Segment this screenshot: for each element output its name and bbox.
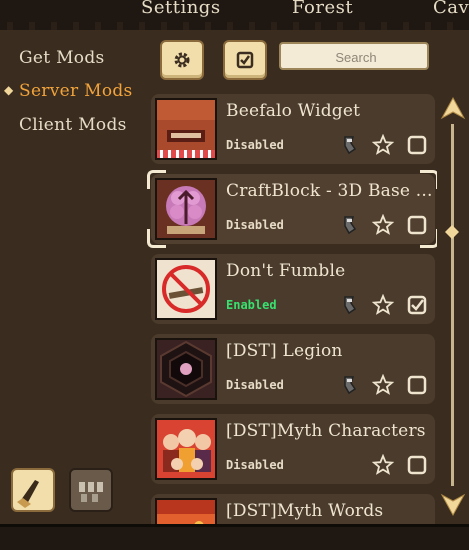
mod-title: [DST]Myth Characters [226, 421, 426, 441]
select-all-button[interactable] [223, 40, 267, 80]
mod-status: Disabled [226, 218, 284, 232]
mod-title: [DST] Legion [226, 341, 343, 361]
nav-get-mods[interactable]: Get Mods [19, 48, 105, 68]
star-icon[interactable] [372, 454, 394, 476]
mod-thumbnail [155, 418, 217, 480]
toggle-icon[interactable] [406, 214, 428, 236]
nav-server-mods[interactable]: ◆ Server Mods [4, 81, 133, 101]
gear-icon [174, 52, 190, 68]
search-input[interactable] [281, 44, 431, 70]
toggle-icon[interactable] [406, 134, 428, 156]
tab-settings[interactable]: Settings [141, 0, 221, 18]
mod-status: Enabled [226, 298, 277, 312]
checkbox-icon [236, 51, 254, 69]
nav-client-mods[interactable]: Client Mods [19, 115, 127, 135]
torn-edge-divider [0, 22, 469, 30]
mod-thumbnail [155, 258, 217, 320]
mod-item[interactable]: [DST]Myth Words [151, 494, 435, 528]
mod-status: Disabled [226, 458, 284, 472]
wrench-icon[interactable] [339, 374, 361, 396]
mod-status: Disabled [226, 378, 284, 392]
wrench-icon[interactable] [339, 214, 361, 236]
mod-list: Beefalo Widget Disabled CraftBlock - 3D … [147, 88, 437, 528]
bottom-bar [0, 524, 469, 550]
cleanup-mods-button[interactable] [11, 468, 55, 512]
mods-screen: Settings Forest Cav Get Mods ◆ Server Mo… [0, 0, 469, 550]
scroll-thumb[interactable] [445, 225, 459, 239]
scroll-track[interactable] [451, 124, 454, 486]
wrench-icon[interactable] [339, 294, 361, 316]
mod-item[interactable]: [DST]Myth Characters Disabled [151, 414, 435, 484]
update-all-button[interactable] [69, 468, 113, 512]
mod-title: CraftBlock - 3D Base ... [226, 181, 433, 201]
mod-thumbnail [155, 338, 217, 400]
active-bullet-icon: ◆ [4, 83, 14, 97]
search-field[interactable] [279, 42, 431, 70]
toggle-checked-icon[interactable] [406, 294, 428, 316]
star-icon[interactable] [372, 374, 394, 396]
star-icon[interactable] [372, 134, 394, 156]
wrench-icon[interactable] [339, 134, 361, 156]
mod-item[interactable]: [DST] Legion Disabled [151, 334, 435, 404]
mod-item-selected[interactable]: CraftBlock - 3D Base ... Disabled [147, 170, 437, 248]
mod-thumbnail [155, 178, 217, 240]
toggle-icon[interactable] [406, 454, 428, 476]
tab-caves[interactable]: Cav [433, 0, 469, 18]
tab-forest[interactable]: Forest [292, 0, 353, 18]
mod-title: Don't Fumble [226, 261, 346, 281]
mod-config-button[interactable] [160, 40, 204, 80]
star-icon[interactable] [372, 214, 394, 236]
mod-thumbnail [155, 98, 217, 160]
mod-item[interactable]: Don't Fumble Enabled [151, 254, 435, 324]
mod-status: Disabled [226, 138, 284, 152]
mod-title: [DST]Myth Words [226, 501, 384, 521]
cleanup-icon [79, 482, 103, 502]
scroll-down-arrow-icon[interactable] [440, 491, 466, 517]
mod-item[interactable]: Beefalo Widget Disabled [151, 94, 435, 164]
nav-server-mods-label: Server Mods [19, 81, 133, 101]
star-icon[interactable] [372, 294, 394, 316]
mod-title: Beefalo Widget [226, 101, 361, 121]
scroll-up-arrow-icon[interactable] [440, 96, 466, 122]
broom-icon [17, 480, 39, 508]
toggle-icon[interactable] [406, 374, 428, 396]
